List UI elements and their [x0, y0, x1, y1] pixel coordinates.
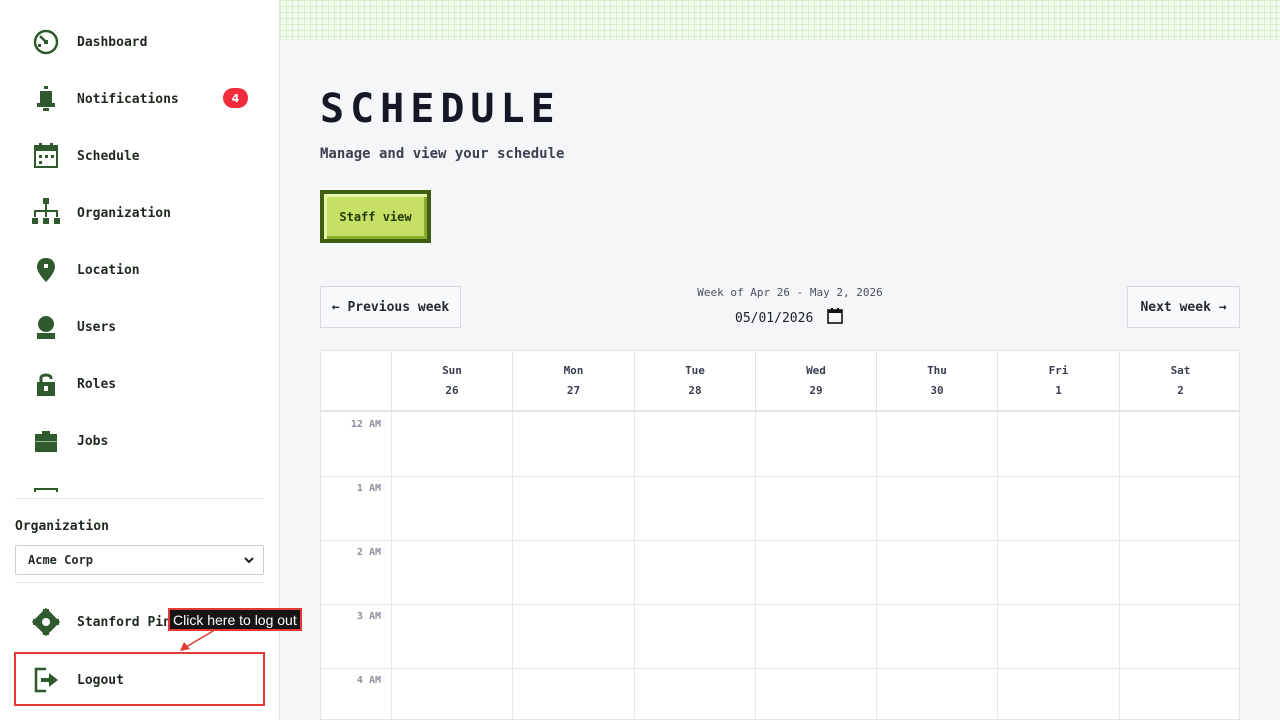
page-title: SCHEDULE — [320, 86, 561, 132]
next-week-button[interactable]: Next week → — [1127, 286, 1240, 328]
day-header-sat: Sat 2 — [1119, 351, 1239, 412]
week-range-label: Week of Apr 26 - May 2, 2026 — [697, 286, 883, 299]
calendar-picker-icon[interactable] — [827, 308, 844, 328]
hour-row[interactable]: 3 AM — [321, 605, 1239, 669]
sidebar-item-label: Schedule — [77, 148, 140, 164]
hour-label: 4 AM — [356, 675, 381, 686]
partial-nav-icon — [34, 488, 58, 492]
hour-row[interactable]: 1 AM — [321, 477, 1239, 541]
date-value: 05/01/2026 — [735, 310, 814, 326]
calendar-icon — [30, 140, 62, 172]
sidebar-item-label: Location — [77, 262, 140, 278]
sidebar-item-label: Jobs — [77, 433, 109, 449]
gear-icon — [30, 606, 62, 638]
user-icon — [30, 311, 62, 343]
sidebar-item-location[interactable]: Location — [30, 250, 260, 290]
week-calendar: Sun 26 Mon 27 Tue 28 Wed 29 Thu 30 Fri 1 Sat 2 … — [320, 350, 1240, 720]
user-name: Stanford Pine — [77, 614, 179, 630]
hour-row[interactable]: 4 AM — [321, 669, 1239, 719]
day-column-divider — [1119, 412, 1120, 719]
logout-label: Logout — [77, 672, 124, 688]
day-column-divider — [876, 412, 877, 719]
day-column-divider — [997, 412, 998, 719]
day-header-mon: Mon 27 — [512, 351, 634, 412]
organization-select[interactable]: Acme Corp — [15, 545, 264, 575]
notification-count-badge: 4 — [223, 88, 248, 108]
page-subtitle: Manage and view your schedule — [320, 146, 565, 162]
sidebar-item-users[interactable]: Users — [30, 307, 260, 347]
day-header-wed: Wed 29 — [755, 351, 876, 412]
sidebar-item-jobs[interactable]: Jobs — [30, 421, 260, 461]
sidebar-item-roles[interactable]: Roles — [30, 364, 260, 404]
hour-label: 3 AM — [356, 611, 381, 622]
lock-icon — [30, 368, 62, 400]
day-column-divider — [634, 412, 635, 719]
user-profile-item[interactable]: Stanford Pine — [30, 602, 179, 642]
sidebar-item-dashboard[interactable]: Dashboard — [30, 22, 260, 62]
staff-view-button[interactable]: Staff view — [320, 190, 431, 243]
chevron-down-icon — [243, 554, 255, 569]
organization-label: Organization — [15, 519, 109, 534]
day-header-tue: Tue 28 — [634, 351, 755, 412]
map-pin-icon — [30, 254, 62, 286]
sidebar-divider — [15, 498, 264, 499]
decorative-grid-header — [280, 0, 1280, 40]
day-header-thu: Thu 30 — [876, 351, 997, 412]
day-column-divider — [512, 412, 513, 719]
sidebar: Dashboard Notifications 4 Schedule Organ… — [0, 0, 302, 720]
sidebar-item-organization[interactable]: Organization — [30, 193, 260, 233]
sidebar-nav: Dashboard Notifications 4 Schedule Organ… — [0, 0, 279, 492]
previous-week-button[interactable]: ← Previous week — [320, 286, 461, 328]
hour-label: 12 AM — [350, 419, 381, 430]
logout-button[interactable]: Logout — [30, 660, 124, 700]
sidebar-divider — [15, 582, 264, 583]
briefcase-icon — [30, 425, 62, 457]
dashboard-icon — [30, 26, 62, 58]
bell-icon — [30, 83, 62, 115]
org-chart-icon — [30, 197, 62, 229]
hour-label: 1 AM — [356, 483, 381, 494]
main-content: SCHEDULE Manage and view your schedule S… — [280, 0, 1280, 720]
day-header-sun: Sun 26 — [391, 351, 512, 412]
day-header-fri: Fri 1 — [997, 351, 1119, 412]
day-column-divider — [755, 412, 756, 719]
sidebar-item-schedule[interactable]: Schedule — [30, 136, 260, 176]
hour-row[interactable]: 2 AM — [321, 541, 1239, 605]
sidebar-item-label: Notifications — [77, 91, 179, 107]
sidebar-item-label: Roles — [77, 376, 117, 392]
calendar-header: Sun 26 Mon 27 Tue 28 Wed 29 Thu 30 Fri 1 Sat 2 — [321, 351, 1239, 412]
sidebar-item-label: Organization — [77, 205, 171, 221]
logout-icon — [30, 664, 62, 696]
sidebar-item-label: Users — [77, 319, 117, 335]
hour-row[interactable]: 12 AM — [321, 413, 1239, 477]
sidebar-item-notifications[interactable]: Notifications 4 — [30, 79, 260, 119]
organization-selected-value: Acme Corp — [28, 553, 94, 567]
day-column-divider — [391, 412, 392, 719]
sidebar-item-label: Dashboard — [77, 34, 148, 50]
date-picker-input[interactable]: 05/01/2026 — [735, 308, 855, 328]
hour-label: 2 AM — [356, 547, 381, 558]
